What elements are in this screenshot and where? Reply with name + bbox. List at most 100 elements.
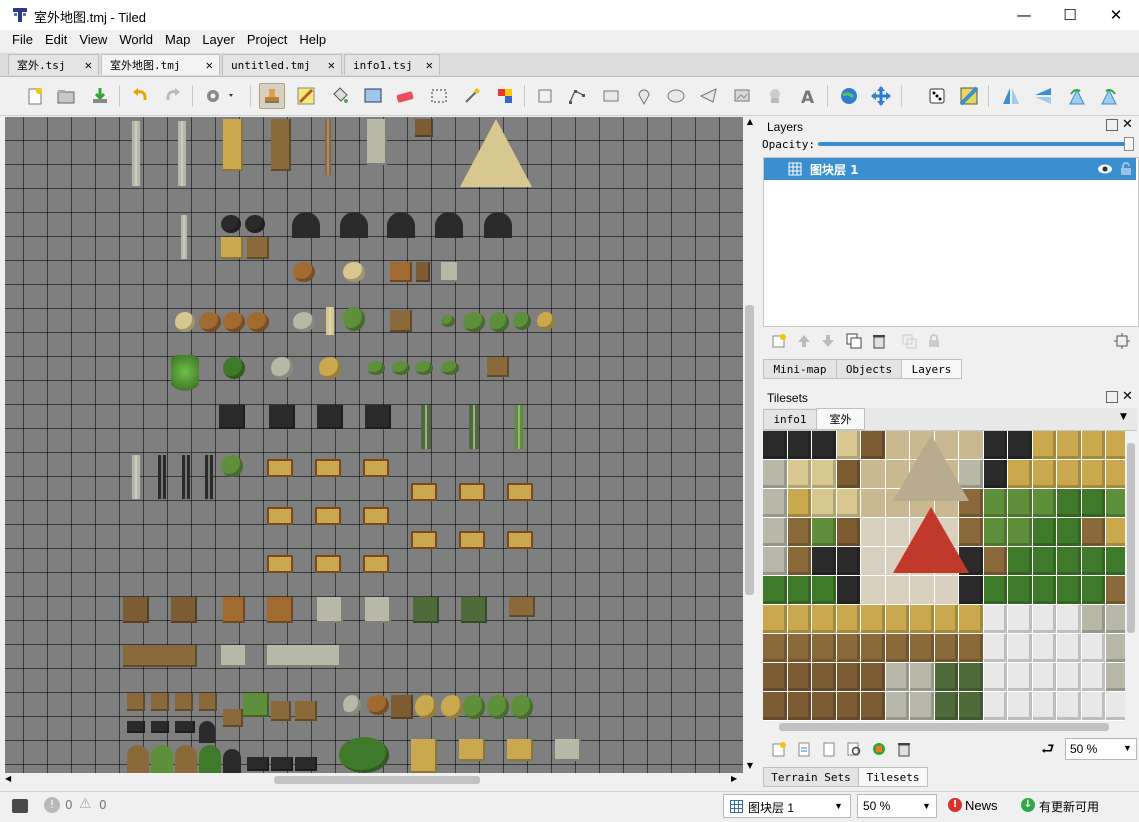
duplicate-layer-icon[interactable] (845, 332, 863, 350)
tileset-tile[interactable] (1057, 692, 1081, 720)
status-layer-combo[interactable]: 图块层 1 ▼ (723, 794, 851, 818)
tileset-tile[interactable] (787, 431, 811, 459)
scroll-right-arrow-icon[interactable]: ▶ (731, 774, 743, 783)
tileset-tile[interactable] (1081, 489, 1105, 517)
tileset-tile[interactable] (763, 460, 787, 488)
tileset-tile[interactable] (1008, 692, 1032, 720)
tileset-tile[interactable] (836, 518, 860, 546)
tileset-tile[interactable] (983, 663, 1007, 691)
insert-polygon-tool[interactable] (696, 83, 722, 109)
error-icon[interactable]: ! (44, 797, 60, 813)
tileset-tile[interactable] (1106, 605, 1125, 633)
tileset-tile[interactable] (1032, 605, 1056, 633)
undo-button[interactable] (127, 83, 153, 109)
tileset-tile[interactable] (983, 460, 1007, 488)
lock-all-icon[interactable] (925, 332, 943, 350)
tileset-tile[interactable] (934, 605, 958, 633)
world-tool[interactable] (836, 83, 862, 109)
tileset-tile[interactable] (1032, 431, 1056, 459)
close-button[interactable]: ✕ (1093, 0, 1139, 30)
tileset-tile[interactable] (1106, 489, 1125, 517)
tileset-tile[interactable] (910, 634, 934, 662)
map-horizontal-scrollbar[interactable]: ◀ ▶ (5, 773, 743, 787)
tileset-tile[interactable] (812, 460, 836, 488)
tileset-tile[interactable] (934, 692, 958, 720)
warning-icon[interactable]: ⚠ (79, 796, 92, 812)
tileset-tile[interactable] (812, 431, 836, 459)
tileset-tile[interactable] (910, 692, 934, 720)
insert-ellipse-tool[interactable] (663, 83, 689, 109)
tileset-tile[interactable] (787, 692, 811, 720)
tileset-tile[interactable] (934, 634, 958, 662)
tileset-tile[interactable] (959, 576, 983, 604)
menu-file[interactable]: File (6, 30, 39, 52)
rotate-left-button[interactable] (1064, 83, 1090, 109)
tileset-tile[interactable] (787, 576, 811, 604)
scroll-left-arrow-icon[interactable]: ◀ (5, 774, 17, 783)
map-canvas[interactable] (5, 117, 743, 773)
tileset-tile[interactable] (836, 692, 860, 720)
tileset-tile[interactable] (1008, 605, 1032, 633)
menu-layer[interactable]: Layer (196, 30, 241, 52)
tileset-tile[interactable] (983, 692, 1007, 720)
tileset-tile[interactable] (983, 576, 1007, 604)
console-icon[interactable] (12, 799, 28, 813)
tileset-tile[interactable] (763, 431, 787, 459)
export-tileset-icon[interactable] (820, 740, 838, 758)
save-button[interactable] (87, 83, 113, 109)
tileset-tile[interactable] (910, 605, 934, 633)
maximize-button[interactable]: ☐ (1047, 0, 1093, 30)
tileset-tile[interactable] (861, 605, 885, 633)
tileset-tile[interactable] (812, 605, 836, 633)
tab-terrain-sets[interactable]: Terrain Sets (763, 767, 859, 787)
menu-map[interactable]: Map (159, 30, 196, 52)
tileset-horizontal-scroll-thumb[interactable] (779, 723, 1109, 731)
tileset-tile[interactable] (763, 518, 787, 546)
tileset-tile[interactable] (1081, 605, 1105, 633)
tileset-tile[interactable] (1032, 634, 1056, 662)
embed-tileset-icon[interactable] (795, 740, 813, 758)
tileset-tile[interactable] (812, 547, 836, 575)
tileset-tile[interactable] (1032, 518, 1056, 546)
tileset-zoom-combo[interactable]: 50 % ▼ (1065, 738, 1137, 760)
tab-tileset-shiwai[interactable]: 室外.tsj ✕ (8, 54, 99, 75)
raise-layer-icon[interactable] (795, 332, 813, 350)
lower-layer-icon[interactable] (819, 332, 837, 350)
tileset-tile[interactable] (787, 547, 811, 575)
edit-polygons-tool[interactable] (564, 83, 590, 109)
new-tileset-button[interactable] (770, 740, 788, 758)
close-icon[interactable]: ✕ (206, 58, 213, 72)
tileset-tile[interactable] (959, 692, 983, 720)
tab-objects[interactable]: Objects (836, 359, 902, 379)
tileset-tile[interactable] (763, 605, 787, 633)
tileset-tile[interactable] (836, 547, 860, 575)
tileset-tile[interactable] (861, 431, 885, 459)
flip-horizontal-button[interactable] (998, 83, 1024, 109)
tileset-tile[interactable] (1032, 489, 1056, 517)
tab-info1[interactable]: info1.tsj ✕ (344, 54, 440, 75)
open-folder-button[interactable] (53, 83, 79, 109)
tileset-tile[interactable] (861, 663, 885, 691)
opacity-slider-handle[interactable] (1124, 137, 1134, 151)
tileset-tile[interactable] (1032, 460, 1056, 488)
tileset-tile[interactable] (1081, 576, 1105, 604)
dynamic-wrapping-icon[interactable]: ⮐ (1041, 739, 1055, 764)
insert-rectangle-tool[interactable] (598, 83, 624, 109)
move-world-tool[interactable] (868, 83, 894, 109)
tab-map-shiwaiditu[interactable]: 室外地图.tmj ✕ (101, 54, 220, 75)
tileset-tile[interactable] (1008, 518, 1032, 546)
tileset-tile[interactable] (836, 634, 860, 662)
map-vertical-scrollbar[interactable]: ▲ ▼ (743, 117, 757, 773)
tileset-tile[interactable] (1057, 663, 1081, 691)
terrain-brush-tool[interactable] (293, 83, 319, 109)
tileset-tile[interactable] (763, 489, 787, 517)
menu-view[interactable]: View (73, 30, 113, 52)
tileset-tile[interactable] (934, 576, 958, 604)
float-panel-icon[interactable] (1106, 391, 1118, 403)
tileset-tile[interactable] (959, 634, 983, 662)
minimize-button[interactable]: — (1001, 0, 1047, 30)
redo-button[interactable] (160, 83, 186, 109)
tileset-tile[interactable] (1008, 634, 1032, 662)
select-objects-tool[interactable] (532, 83, 558, 109)
tileset-tile[interactable] (1081, 460, 1105, 488)
